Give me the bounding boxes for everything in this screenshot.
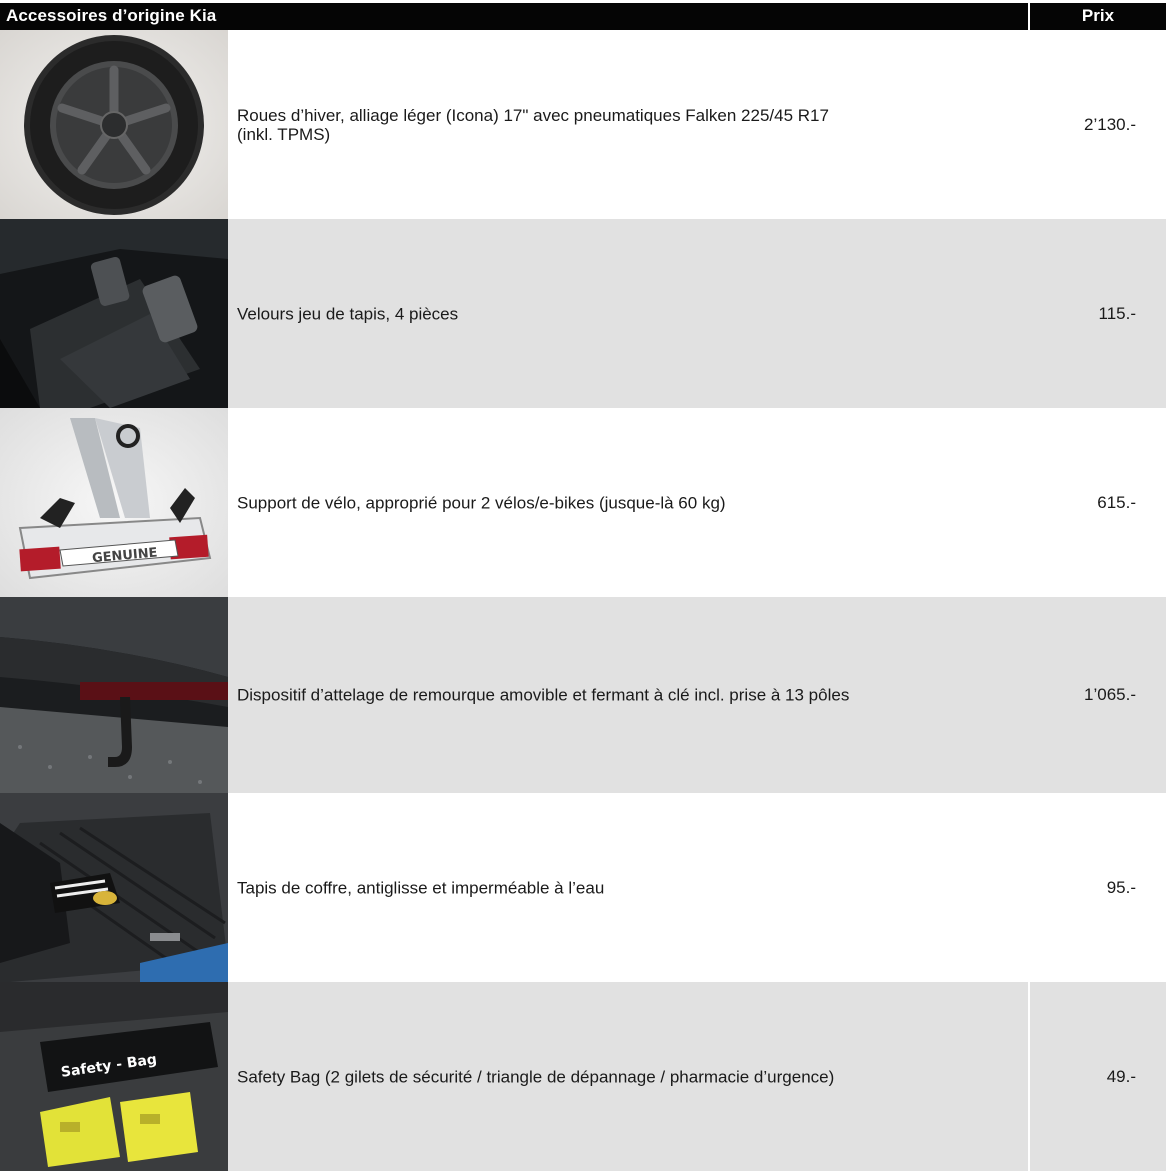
item-price: 2’130.-: [1084, 114, 1136, 134]
table-row: Velours jeu de tapis, 4 pièces 115.-: [0, 219, 1166, 408]
trunk-mat-image: [0, 793, 228, 982]
price-cell: [1028, 982, 1166, 1171]
floor-mats-image: [0, 219, 228, 408]
table-header: Accessoires d’origine Kia Prix: [0, 3, 1166, 30]
table-row: Safety - Bag Safety Bag (2 gilets de séc…: [0, 982, 1166, 1171]
bike-carrier-image: GENUINE: [0, 408, 228, 597]
item-description: Tapis de coffre, antiglisse et imperméab…: [237, 878, 605, 897]
table-row: Tapis de coffre, antiglisse et imperméab…: [0, 793, 1166, 982]
item-description: Safety Bag (2 gilets de sécurité / trian…: [237, 1067, 835, 1086]
item-description: Dispositif d’attelage de remourque amovi…: [237, 685, 850, 705]
table-row: Dispositif d’attelage de remourque amovi…: [0, 597, 1166, 793]
item-price: 1’065.-: [1084, 685, 1136, 704]
tow-hitch-image: [0, 597, 228, 793]
item-price: 615.-: [1097, 492, 1136, 512]
winter-wheel-image: [0, 30, 228, 219]
accessories-price-table: Accessoires d’origine Kia Prix Roues d’h…: [0, 0, 1166, 1171]
item-description: Velours jeu de tapis, 4 pièces: [237, 304, 459, 323]
item-description: Roues d’hiver, alliage léger (Icona) 17"…: [237, 105, 829, 144]
table-row: Roues d’hiver, alliage léger (Icona) 17"…: [0, 30, 1166, 219]
table-title: Accessoires d’origine Kia: [6, 6, 217, 25]
item-price: 49.-: [1106, 1066, 1136, 1086]
price-column-header: Prix: [1081, 6, 1115, 25]
safety-bag-image: Safety - Bag: [0, 982, 228, 1171]
table-row: GENUINE Support de vélo, approprié pour …: [0, 408, 1166, 597]
item-price: 115.-: [1098, 303, 1137, 323]
item-description: Support de vélo, approprié pour 2 vélos/…: [237, 493, 726, 512]
item-price: 95.-: [1106, 877, 1136, 897]
